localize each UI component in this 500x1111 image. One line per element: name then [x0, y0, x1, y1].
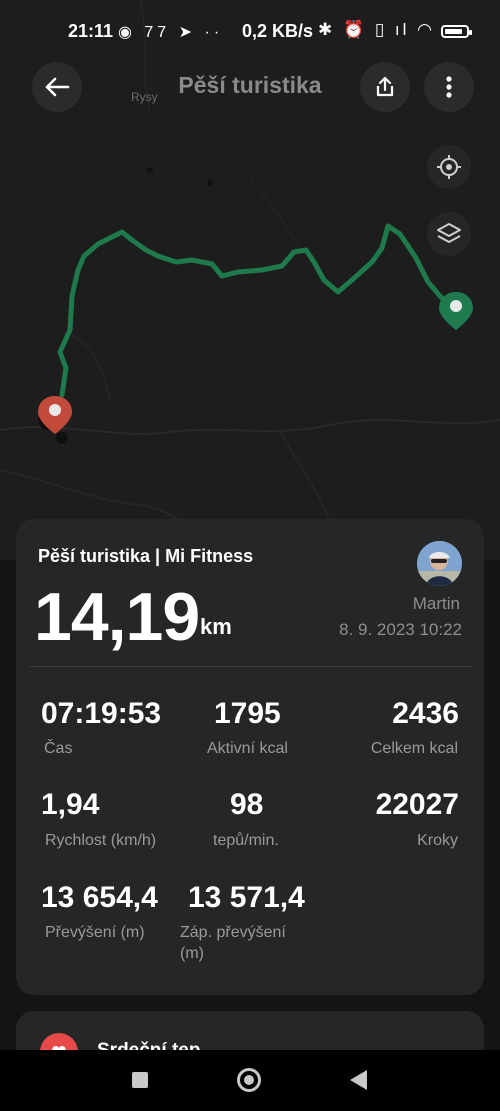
stat-heart-rate-label: tepů/min.	[213, 832, 279, 849]
end-pin-icon	[439, 292, 473, 330]
battery-icon	[441, 25, 472, 38]
crosshair-icon	[437, 155, 461, 179]
stat-duration-value: 07:19:53	[41, 697, 162, 730]
stat-ascent-value: 13 654,4	[41, 881, 158, 914]
divider	[30, 666, 472, 667]
stat-speed-label: Rychlost (km/h)	[45, 832, 157, 849]
home-button[interactable]	[237, 1068, 261, 1092]
network-speed: 0,2 KB/s	[242, 21, 314, 41]
user-name: Martin	[412, 594, 460, 613]
stat-ascent-label: Převýšení (m)	[45, 924, 145, 941]
notification-icons: ◉ 77 ➤ ··	[118, 24, 224, 41]
stat-active-kcal-value: 1795	[214, 697, 281, 730]
status-time: 21:11	[68, 21, 114, 41]
more-vertical-icon	[446, 76, 452, 98]
stat-speed-value: 1,94	[41, 788, 100, 821]
status-bar: 21:11 ◉ 77 ➤ ·· 0,2 KB/s ✱ ⏰ ▯ ıl ◠	[0, 0, 500, 62]
layers-icon	[437, 223, 461, 243]
stat-descent-value: 13 571,4	[188, 881, 305, 914]
distance-unit: km	[200, 614, 232, 639]
stat-active-kcal-label: Aktivní kcal	[207, 740, 288, 757]
activity-title: Pěší turistika | Mi Fitness	[38, 546, 254, 566]
stat-total-kcal-label: Celkem kcal	[370, 740, 458, 757]
map-layers-button[interactable]	[427, 212, 471, 256]
distance-value: 14,19	[34, 579, 200, 655]
activity-datetime: 8. 9. 2023 10:22	[339, 620, 462, 639]
stat-steps-value: 22027	[375, 788, 459, 821]
stat-descent-label: Záp. převýšení (m)	[180, 924, 286, 962]
status-icons: ✱ ⏰ ▯ ıl ◠	[318, 20, 435, 39]
stat-steps-label: Kroky	[417, 832, 458, 849]
recents-button[interactable]	[132, 1072, 148, 1088]
route-line	[57, 223, 455, 398]
share-icon	[376, 76, 394, 97]
locate-button[interactable]	[427, 145, 471, 189]
stat-duration-label: Čas	[44, 740, 73, 757]
system-back-button[interactable]	[350, 1070, 367, 1090]
share-button[interactable]	[360, 62, 410, 112]
stat-heart-rate-value: 98	[230, 788, 264, 821]
more-button[interactable]	[424, 62, 474, 112]
user-avatar-image	[417, 541, 462, 586]
avatar[interactable]	[417, 541, 462, 586]
stat-total-kcal-value: 2436	[392, 697, 459, 730]
